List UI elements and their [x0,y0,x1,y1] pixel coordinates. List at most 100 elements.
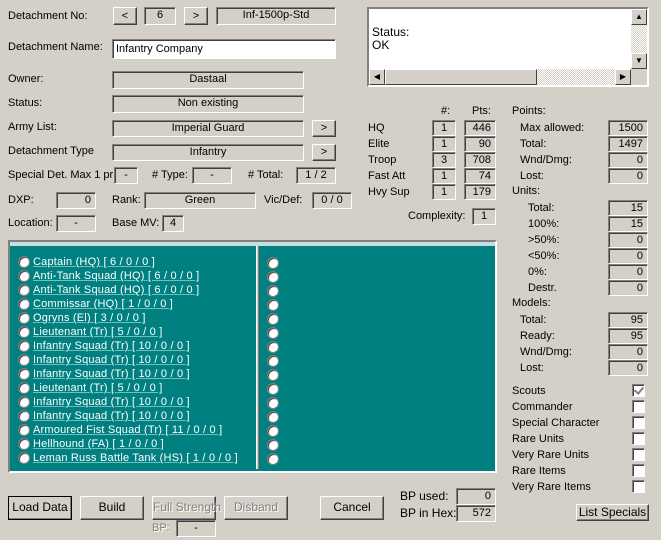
unit-list-item-label: Hellhound (FA) [ 1 / 0 / 0 ] [33,438,164,451]
panel-divider [256,246,259,469]
army-list-field: Imperial Guard [112,120,304,137]
flag-checkbox[interactable] [632,448,645,461]
empty-slot-radio[interactable] [267,425,279,437]
radio-icon[interactable] [18,270,30,283]
radio-icon[interactable] [18,256,30,269]
flag-checkbox[interactable] [632,400,645,413]
empty-slot-radio[interactable] [267,453,279,465]
scroll-right-icon[interactable]: ▶ [615,69,631,85]
unit-list-item[interactable]: Infantry Squad (Tr) [ 10 / 0 / 0 ] [18,354,190,368]
unit-list-item[interactable]: Lieutenant (Tr) [ 5 / 0 / 0 ] [18,326,163,340]
models-row-label: Lost: [520,362,544,374]
cancel-button[interactable]: Cancel [320,496,384,520]
prev-detachment-button[interactable]: < [113,7,137,25]
unit-list-item[interactable]: Lieutenant (Tr) [ 5 / 0 / 0 ] [18,382,163,396]
empty-slot-radio[interactable] [267,397,279,409]
status-label: Status: [8,97,43,109]
bp-label: BP: [152,522,170,534]
units-row-label: <50%: [528,250,560,262]
radio-icon[interactable] [18,424,30,437]
radio-icon[interactable] [18,452,30,465]
total-count-field: 1 / 2 [296,167,336,184]
next-detachment-button[interactable]: > [184,7,208,25]
unit-list-item[interactable]: Infantry Squad (Tr) [ 10 / 0 / 0 ] [18,410,190,424]
flag-label: Very Rare Units [512,449,590,461]
unit-list-item[interactable]: Commissar (HQ) [ 1 / 0 / 0 ] [18,298,173,312]
empty-slot-radio[interactable] [267,327,279,339]
unit-list-item-label: Leman Russ Battle Tank (HS) [ 1 / 0 / 0 … [33,452,238,465]
radio-icon[interactable] [18,382,30,395]
empty-slot-radio[interactable] [267,257,279,269]
complexity-field: 1 [472,208,496,225]
units-row-value: 0 [608,232,648,248]
army-list-label: Army List: [8,121,57,133]
radio-icon[interactable] [18,368,30,381]
unit-list-item[interactable]: Hellhound (FA) [ 1 / 0 / 0 ] [18,438,164,452]
unit-list-item[interactable]: Infantry Squad (Tr) [ 10 / 0 / 0 ] [18,368,190,382]
detachment-name-input[interactable]: Infantry Company [112,39,336,59]
empty-slot-radio[interactable] [267,341,279,353]
points-row-value: 1497 [608,136,648,152]
build-button[interactable]: Build [80,496,144,520]
flag-label: Very Rare Items [512,481,591,493]
empty-slot-radio[interactable] [267,313,279,325]
scroll-up-icon[interactable]: ▲ [631,9,647,25]
rank-field: Green [144,192,256,209]
radio-icon[interactable] [18,326,30,339]
scroll-left-icon[interactable]: ◀ [369,69,385,85]
units-row-label: >50%: [528,234,560,246]
unit-list-item[interactable]: Ogryns (El) [ 3 / 0 / 0 ] [18,312,146,326]
unit-list-item[interactable]: Leman Russ Battle Tank (HS) [ 1 / 0 / 0 … [18,452,238,466]
empty-slot-radio[interactable] [267,411,279,423]
list-specials-button[interactable]: List Specials [576,504,649,521]
detachment-no-label: Detachment No: [8,10,88,22]
detachment-type-select-button[interactable]: > [312,144,336,161]
detachment-code-field: Inf-1500p-Std [216,7,336,25]
radio-icon[interactable] [18,340,30,353]
empty-slot-radio[interactable] [267,299,279,311]
empty-slot-radio[interactable] [267,285,279,297]
unit-list-item-label: Infantry Squad (Tr) [ 10 / 0 / 0 ] [33,340,190,353]
radio-icon[interactable] [18,410,30,423]
units-row-label: Total: [528,202,555,214]
flag-checkbox[interactable] [632,432,645,445]
radio-icon[interactable] [18,312,30,325]
unit-list-item[interactable]: Armoured Fist Squad (Tr) [ 11 / 0 / 0 ] [18,424,222,438]
radio-icon[interactable] [18,396,30,409]
unit-list-item[interactable]: Infantry Squad (Tr) [ 10 / 0 / 0 ] [18,396,190,410]
flag-checkbox[interactable] [632,384,645,397]
army-list-select-button[interactable]: > [312,120,336,137]
empty-slot-radio[interactable] [267,271,279,283]
radio-icon[interactable] [18,284,30,297]
scroll-down-icon[interactable]: ▼ [631,53,647,69]
unit-list-item[interactable]: Anti-Tank Squad (HQ) [ 6 / 0 / 0 ] [18,284,199,298]
radio-icon[interactable] [18,438,30,451]
empty-slot-radio[interactable] [267,383,279,395]
bp-hex-field: 572 [456,505,496,522]
unit-list-item-label: Armoured Fist Squad (Tr) [ 11 / 0 / 0 ] [33,424,223,437]
points-title: Points: [512,105,546,117]
disband-button[interactable]: Disband [224,496,288,520]
points-row-value: 1500 [608,120,648,136]
units-row-value: 15 [608,216,648,232]
unit-list-item-label: Anti-Tank Squad (HQ) [ 6 / 0 / 0 ] [33,284,200,297]
flag-checkbox[interactable] [632,464,645,477]
load-data-button[interactable]: Load Data [8,496,72,520]
units-row-value: 15 [608,200,648,216]
flag-checkbox[interactable] [632,480,645,493]
radio-icon[interactable] [18,354,30,367]
full-strength-button[interactable]: Full Strength [152,496,221,520]
dxp-field: 0 [56,192,96,209]
empty-slot-radio[interactable] [267,439,279,451]
empty-slot-radio[interactable] [267,355,279,367]
status-textbox[interactable]: Status: OK ▲ ▼ ◀ ▶ [367,7,649,87]
radio-icon[interactable] [18,298,30,311]
empty-slot-radio[interactable] [267,369,279,381]
category-name: Hvy Sup [368,186,410,198]
unit-list-item[interactable]: Infantry Squad (Tr) [ 10 / 0 / 0 ] [18,340,190,354]
category-pts: 90 [464,136,496,152]
unit-list-item[interactable]: Captain (HQ) [ 6 / 0 / 0 ] [18,256,155,270]
flag-checkbox[interactable] [632,416,645,429]
unit-list-item[interactable]: Anti-Tank Squad (HQ) [ 6 / 0 / 0 ] [18,270,199,284]
scroll-thumb[interactable] [385,69,537,85]
